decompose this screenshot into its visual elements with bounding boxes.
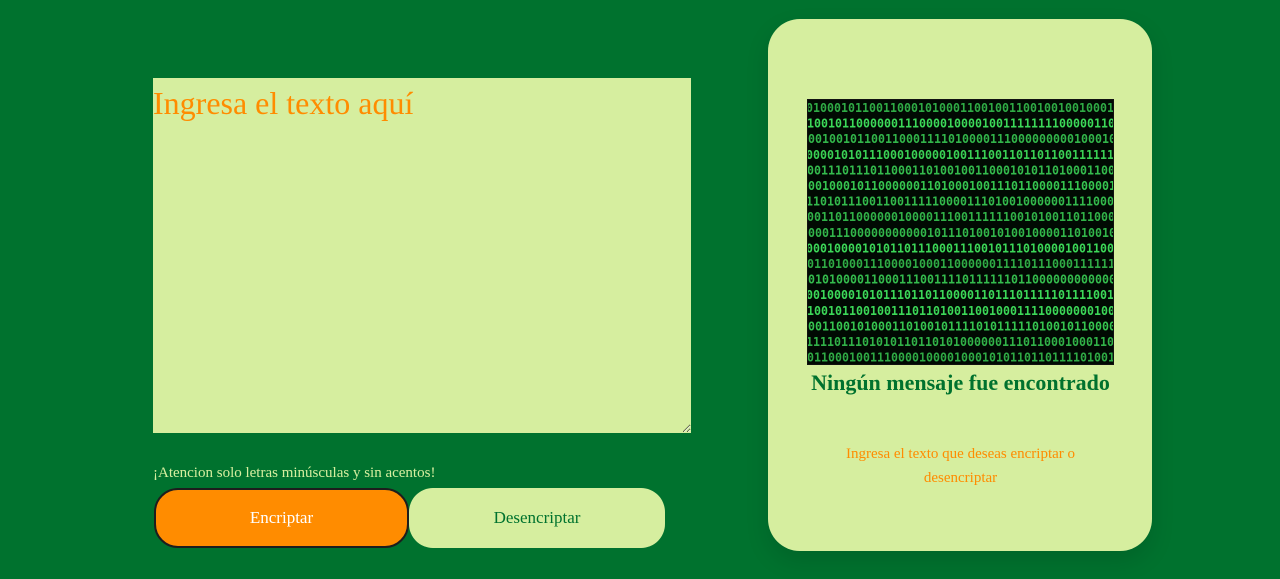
svg-text:111101110101011011010100000011: 1111011101010110110101000000111011000100… xyxy=(808,334,1113,349)
encrypt-button[interactable]: Encriptar xyxy=(154,488,409,548)
svg-text:100101100000011100001000010011: 1001011000000111000010000100111111110000… xyxy=(808,116,1113,131)
svg-text:001110111011000110100100110001: 0011101110110001101001001100010101101000… xyxy=(808,162,1113,177)
svg-text:000111000000000001011101001010: 0001110000000000010111010010100100001101… xyxy=(808,225,1113,240)
svg-text:000100001010110111000111001011: 0001000010101101110001110010111010000100… xyxy=(808,240,1113,255)
text-input[interactable] xyxy=(153,78,691,433)
svg-text:001101100000010000111001111110: 0011011000000100001110011111100101001101… xyxy=(808,209,1113,224)
output-card: 0100010110011000101000110010011001001001… xyxy=(768,19,1152,551)
svg-text:100101100100111011010011001000: 1001011001001110110100110010001111000000… xyxy=(808,303,1113,318)
svg-text:011000100111000010000100010101: 0110001001110000100001000101011011011110… xyxy=(808,350,1113,364)
decrypt-button[interactable]: Desencriptar xyxy=(409,488,665,548)
no-message-title: Ningún mensaje fue encontrado xyxy=(811,370,1110,395)
page: ¡Atencion solo letras minúsculas y sin a… xyxy=(0,0,1280,579)
warning-text: ¡Atencion solo letras minúsculas y sin a… xyxy=(153,465,436,481)
svg-text:010001011001100010100011001001: 0100010110011000101000110010011001001001… xyxy=(808,100,1113,115)
svg-text:001000010101110110110000110111: 0010000101011101101100001101110111110111… xyxy=(808,287,1113,302)
svg-text:010100001100011100111101111110: 0101000011000111001111011111101100000000… xyxy=(808,272,1113,287)
svg-text:011010001110000100011000000111: 0110100011100001000110000001111011100011… xyxy=(808,256,1113,271)
svg-text:001100101000110100101111010111: 0011001010001101001011110101111101001011… xyxy=(808,318,1113,333)
binary-code-matrix-icon: 0100010110011000101000110010011001001001… xyxy=(807,99,1114,365)
svg-text:001001011001100011110100001110: 0010010110011000111101000011100000000010… xyxy=(808,131,1113,146)
svg-text:000010101110001000001001110011: 0000101011100010000010011100110110110011… xyxy=(808,147,1113,162)
svg-text:001000101100000011010001001110: 0010001011000000110100010011101100001110… xyxy=(808,178,1113,193)
svg-text:110101110011001111100001110100: 1101011100110011111000011101001000000111… xyxy=(808,194,1113,209)
no-message-hint: Ingresa el texto que deseas encriptar o … xyxy=(845,446,1076,486)
